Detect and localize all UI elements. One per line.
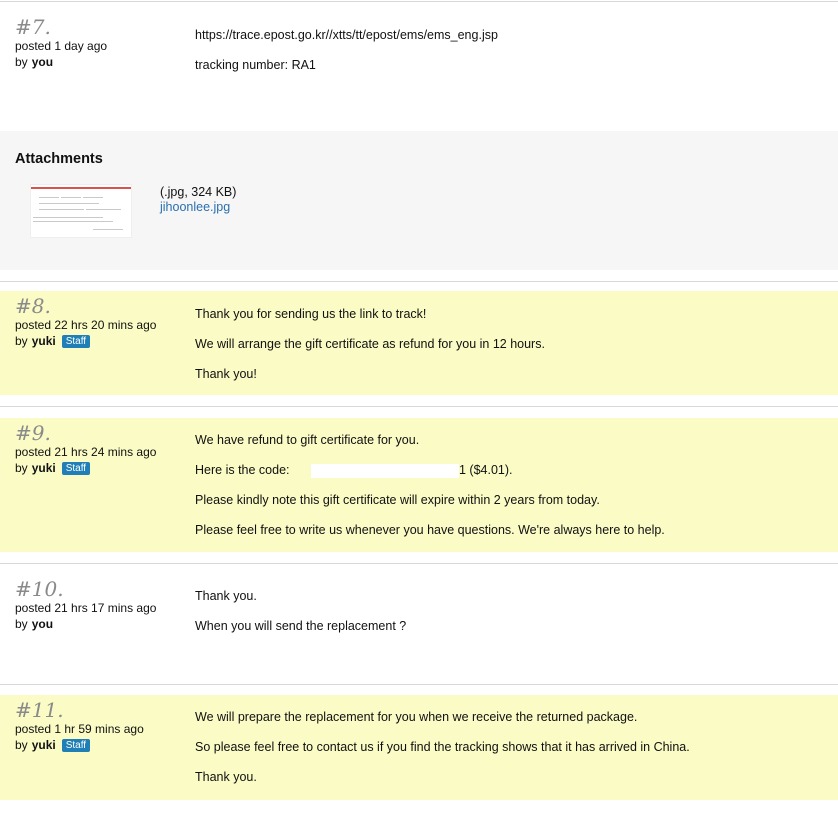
message-line: We will prepare the replacement for you …: [195, 710, 638, 724]
posted-time: posted 21 hrs 17 mins ago: [15, 601, 157, 615]
code-value: 1 ($4.01).: [458, 463, 513, 477]
message-number: #9.: [15, 421, 51, 445]
posted-time: posted 1 day ago: [15, 39, 108, 53]
attachment-meta: (.jpg, 324 KB): [160, 185, 237, 199]
message-line: Thank you for sending us the link to tra…: [195, 307, 427, 321]
code-line: Here is the code: 1 ($4.01).: [195, 455, 825, 485]
message-line: Thank you.: [195, 589, 257, 603]
message-number: #11.: [15, 698, 64, 722]
message-10: #10. posted 21 hrs 17 mins ago by you Th…: [0, 578, 838, 678]
message-line: Please kindly note this gift certificate…: [195, 493, 600, 507]
message-line: tracking number: RA1: [195, 58, 316, 72]
message-number: #7.: [15, 15, 51, 39]
message-9: #9. posted 21 hrs 24 mins ago by yuki St…: [0, 418, 838, 552]
attachment-link[interactable]: jihoonlee.jpg: [160, 200, 236, 215]
message-line: Thank you!: [195, 367, 257, 381]
posted-time: posted 22 hrs 20 mins ago: [15, 318, 157, 332]
message-line: We will arrange the gift certificate as …: [195, 337, 545, 351]
thumbnail-line: [61, 197, 81, 198]
message-meta: #8. posted 22 hrs 20 mins ago by yuki St…: [15, 295, 190, 349]
message-8: #8. posted 22 hrs 20 mins ago by yuki St…: [0, 291, 838, 395]
divider: [0, 281, 838, 282]
message-line: Please feel free to write us whenever yo…: [195, 523, 665, 537]
message-line: Thank you.: [195, 770, 257, 784]
message-line: So please feel free to contact us if you…: [195, 740, 690, 754]
staff-badge: Staff: [61, 738, 91, 752]
message-11: #11. posted 1 hr 59 mins ago by yuki Sta…: [0, 695, 838, 800]
message-line: We have refund to gift certificate for y…: [195, 433, 420, 447]
message-line: When you will send the replacement ?: [195, 619, 407, 633]
author-name: yuki: [31, 738, 56, 752]
message-body: Thank you. When you will send the replac…: [195, 581, 825, 641]
attachment-thumbnail[interactable]: [30, 184, 132, 238]
thumbnail-line: [39, 209, 84, 210]
message-meta: #11. posted 1 hr 59 mins ago by yuki Sta…: [15, 699, 190, 753]
thumbnail-line: [86, 209, 121, 210]
author-line: by you: [15, 54, 190, 70]
staff-badge: Staff: [61, 461, 91, 475]
message-number: #8.: [15, 294, 51, 318]
message-number: #10.: [15, 577, 64, 601]
divider: [0, 563, 838, 564]
by-label: by: [15, 738, 28, 752]
message-body: Thank you for sending us the link to tra…: [195, 299, 825, 389]
message-body: We have refund to gift certificate for y…: [195, 425, 825, 545]
top-divider: [0, 1, 838, 2]
by-label: by: [15, 334, 28, 348]
author-line: by yuki Staff: [15, 460, 190, 476]
staff-badge: Staff: [61, 334, 91, 348]
message-body: https://trace.epost.go.kr//xtts/tt/epost…: [195, 20, 825, 80]
thumbnail-line: [39, 203, 99, 204]
attachments-heading: Attachments: [15, 151, 103, 167]
attachment-info: (.jpg, 324 KB) jihoonlee.jpg: [160, 185, 236, 215]
posted-time: posted 1 hr 59 mins ago: [15, 722, 144, 736]
author-name: yuki: [31, 334, 56, 348]
author-line: by yuki Staff: [15, 737, 190, 753]
author-line: by yuki Staff: [15, 333, 190, 349]
code-label: Here is the code:: [195, 463, 290, 477]
message-meta: #7. posted 1 day ago by you: [15, 16, 190, 70]
author-name: you: [31, 55, 54, 69]
author-line: by you: [15, 616, 190, 632]
thumbnail-header-bar: [31, 187, 131, 189]
author-name: you: [31, 617, 54, 631]
thumbnail-line: [33, 217, 103, 218]
divider: [0, 684, 838, 685]
author-name: yuki: [31, 461, 56, 475]
message-line: https://trace.epost.go.kr//xtts/tt/epost…: [195, 28, 498, 42]
by-label: by: [15, 617, 28, 631]
thumbnail-line: [93, 229, 123, 230]
thumbnail-line: [83, 197, 103, 198]
message-meta: #10. posted 21 hrs 17 mins ago by you: [15, 578, 190, 632]
attachments-panel: Attachments (.jpg, 324 KB) jihoonlee.jpg: [0, 131, 838, 270]
gift-code-redacted: [310, 463, 459, 478]
by-label: by: [15, 55, 28, 69]
thumbnail-line: [39, 197, 59, 198]
message-body: We will prepare the replacement for you …: [195, 702, 825, 792]
message-meta: #9. posted 21 hrs 24 mins ago by yuki St…: [15, 422, 190, 476]
thumbnail-line: [33, 221, 113, 222]
by-label: by: [15, 461, 28, 475]
posted-time: posted 21 hrs 24 mins ago: [15, 445, 157, 459]
divider: [0, 406, 838, 407]
message-7: #7. posted 1 day ago by you https://trac…: [0, 16, 838, 116]
